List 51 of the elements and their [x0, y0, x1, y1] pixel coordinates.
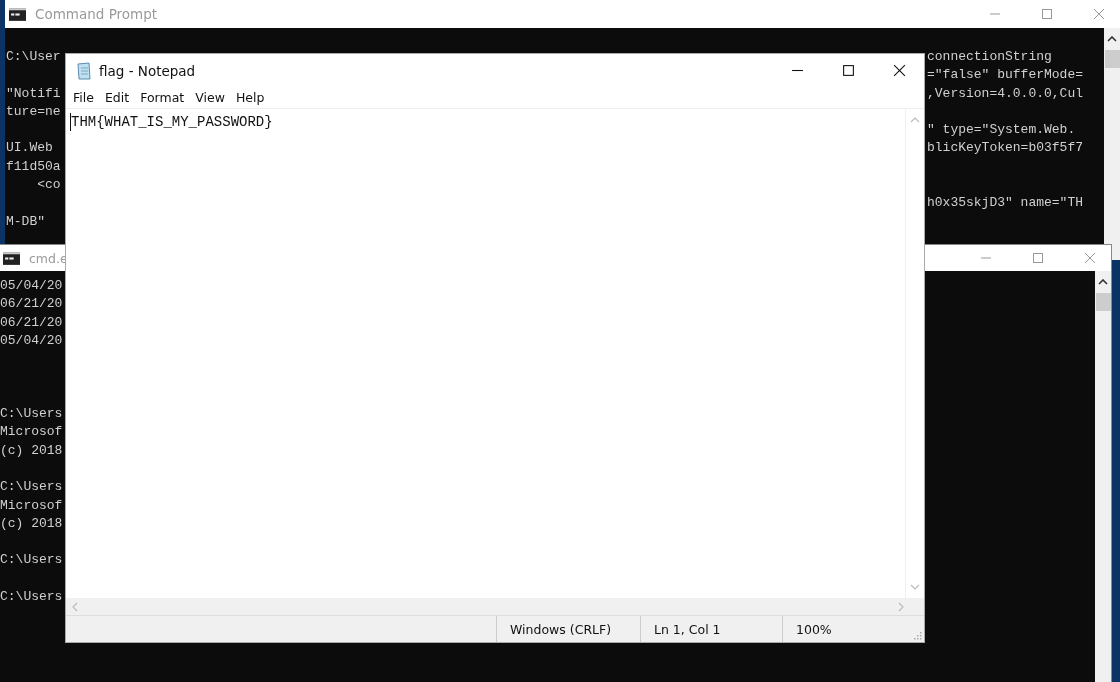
- menu-item[interactable]: Help: [231, 90, 270, 105]
- console-text: 06/21/20: [0, 313, 63, 332]
- console-icon: [9, 7, 26, 21]
- console-text: connectionString: [927, 48, 1052, 66]
- cursor-position-text: Ln 1, Col 1: [654, 621, 721, 637]
- scroll-up-icon[interactable]: [1107, 36, 1117, 42]
- console-text: 05/04/20: [0, 277, 63, 295]
- scroll-right-icon[interactable]: [898, 601, 904, 612]
- console-text: ,Version=4.0.0.0,Cul: [927, 84, 1084, 103]
- notepad-icon: [76, 61, 92, 80]
- console-text: ture=ne: [6, 102, 61, 121]
- maximize-icon[interactable]: [842, 64, 855, 77]
- console-text: C:\Users: [0, 405, 63, 424]
- scroll-thumb[interactable]: [1095, 293, 1111, 311]
- console-text: M-DB": [6, 212, 45, 231]
- menu-item[interactable]: Format: [136, 90, 190, 105]
- scroll-up-icon[interactable]: [1098, 279, 1108, 285]
- console-icon: [3, 251, 20, 265]
- console-text: C:\Users: [0, 588, 63, 607]
- scrollbar[interactable]: [66, 598, 924, 615]
- console-text: h0x35skjD3" name="TH: [927, 194, 1084, 213]
- scroll-thumb[interactable]: [1104, 50, 1120, 68]
- console-text: (c) 2018: [0, 514, 63, 533]
- zoom-level-text: 100%: [796, 621, 832, 637]
- scrollbar[interactable]: [1095, 271, 1111, 682]
- console-text: Microsof: [0, 423, 63, 442]
- console-text: C:\User: [6, 48, 61, 66]
- window-title: Command Prompt: [35, 6, 158, 22]
- scrollbar[interactable]: [1104, 28, 1120, 260]
- console-text: " type="System.Web.: [927, 121, 1076, 140]
- console-text: blicKeyToken=b03f5f7: [927, 139, 1084, 158]
- menu-item[interactable]: File: [69, 90, 99, 105]
- console-text: 06/21/20: [0, 295, 63, 314]
- close-icon[interactable]: [893, 64, 906, 77]
- console-text: "Notifi: [6, 84, 61, 103]
- console-text: (c) 2018: [0, 441, 63, 460]
- console-text: f11d50a: [6, 157, 61, 176]
- scroll-left-icon[interactable]: [72, 601, 78, 612]
- console-text: UI.Web: [6, 139, 53, 158]
- console-text: ="false" bufferMode=: [927, 66, 1084, 85]
- menu-item[interactable]: View: [191, 90, 230, 105]
- console-text: 05/04/20: [0, 331, 63, 350]
- window-title: flag - Notepad: [99, 62, 196, 79]
- resize-grip-icon[interactable]: [912, 630, 922, 640]
- console-text: Microsof: [0, 496, 63, 515]
- console-text: <co: [36, 176, 61, 195]
- menu-item[interactable]: Edit: [100, 90, 135, 105]
- scroll-down-icon[interactable]: [910, 584, 920, 590]
- console-text: C:\Users: [0, 478, 63, 497]
- console-text: C:\Users: [0, 551, 63, 570]
- line-ending-text: Windows (CRLF): [510, 621, 612, 637]
